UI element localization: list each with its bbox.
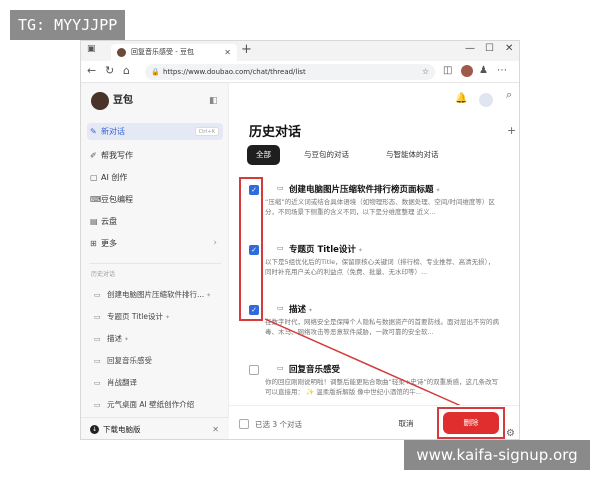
back-icon[interactable]: ← bbox=[87, 64, 96, 77]
main-panel: 🔔 历史对话 全部 与豆包的对话 与智能体的对话 ✓ ▭ 创建电脑图片压缩软件排行… bbox=[229, 83, 519, 439]
profile-icon[interactable]: ♟ bbox=[479, 65, 488, 76]
search-icon[interactable]: ⌕ bbox=[506, 88, 512, 102]
row-checkbox[interactable] bbox=[249, 365, 259, 375]
shortcut-badge: Ctrl+K bbox=[194, 127, 219, 136]
favorite-star-icon[interactable]: ☆ bbox=[422, 64, 429, 80]
chat-bubble-icon: ▭ bbox=[277, 304, 284, 312]
sidebar-item-more[interactable]: ⊞ 更多 › bbox=[87, 235, 223, 252]
tab-title: 回复音乐感受 - 豆包 bbox=[131, 48, 194, 56]
image-icon: ▢ bbox=[90, 173, 98, 182]
pin-icon: ✦ bbox=[206, 292, 212, 299]
chat-bubble-icon: ▭ bbox=[94, 291, 101, 299]
profile-avatar[interactable] bbox=[461, 65, 473, 77]
pin-icon: ✦ bbox=[164, 314, 170, 321]
sidebar-item-new-chat[interactable]: ✎ 新对话 Ctrl+K bbox=[87, 123, 223, 140]
url-text: https://www.doubao.com/chat/thread/list bbox=[163, 68, 306, 76]
maximize-icon[interactable]: ☐ bbox=[485, 43, 494, 54]
close-window-icon[interactable]: ✕ bbox=[505, 43, 513, 54]
user-avatar[interactable] bbox=[479, 93, 493, 107]
chat-bubble-icon: ▭ bbox=[94, 335, 101, 343]
pin-icon: ✦ bbox=[357, 247, 363, 254]
history-section-label: 历史对话 bbox=[91, 271, 116, 278]
sidebar-item-cloud[interactable]: ▤ 云盘 bbox=[87, 213, 223, 230]
delete-highlight-box bbox=[437, 407, 505, 439]
minimize-icon[interactable]: — bbox=[465, 43, 475, 54]
row-title[interactable]: ▭ 专题页 Title设计 ✦ bbox=[277, 243, 363, 255]
extensions-icon[interactable]: ◫ bbox=[443, 65, 452, 76]
sidebar-item-writing[interactable]: ✐ 帮我写作 bbox=[87, 147, 223, 164]
chat-bubble-icon: ▭ bbox=[94, 379, 101, 387]
overlay-tag-bottom-right: www.kaifa-signup.org bbox=[404, 440, 590, 470]
sidebar: 豆包 ◧ ✎ 新对话 Ctrl+K ✐ 帮我写作 ▢ AI 创作 ⌨ 豆包编程 … bbox=[81, 83, 229, 439]
collapse-sidebar-icon[interactable]: ◧ bbox=[209, 96, 218, 106]
history-item[interactable]: ▭ 专题页 Title设计 ✦ bbox=[87, 309, 223, 325]
selection-footer: 已选 3 个对话 取消 删除 bbox=[229, 405, 519, 439]
title-bar: ▣ 回复音乐感受 - 豆包 ✕ + — ☐ ✕ bbox=[81, 41, 519, 61]
filter-tab-all[interactable]: 全部 bbox=[247, 145, 280, 165]
download-desktop-bar[interactable]: ↓ 下载电脑版 ✕ bbox=[81, 417, 229, 439]
chat-bubble-icon: ▭ bbox=[277, 244, 284, 252]
history-item[interactable]: ▭ 肖战翻译 bbox=[87, 375, 223, 391]
new-tab-icon[interactable]: + bbox=[241, 42, 252, 57]
tab-close-icon[interactable]: ✕ bbox=[224, 44, 231, 61]
chat-bubble-icon: ▭ bbox=[94, 401, 101, 409]
selected-count: 已选 3 个对话 bbox=[255, 420, 303, 429]
add-icon[interactable]: + bbox=[507, 124, 516, 137]
pin-icon: ✦ bbox=[308, 307, 314, 314]
browser-window: ▣ 回复音乐感受 - 豆包 ✕ + — ☐ ✕ ← ↻ ⌂ 🔒 https://… bbox=[80, 40, 520, 440]
overlay-tag-top-left: TG: MYYJJPP bbox=[10, 10, 126, 40]
filter-tab-agents[interactable]: 与智能体的对话 bbox=[377, 145, 448, 165]
checkbox-highlight-box bbox=[239, 177, 263, 321]
tab-favicon-icon bbox=[117, 48, 126, 57]
row-title[interactable]: ▭ 描述 ✦ bbox=[277, 303, 313, 315]
grid-icon: ⊞ bbox=[90, 239, 97, 248]
brand-name: 豆包 bbox=[113, 95, 133, 106]
page-title: 历史对话 bbox=[249, 125, 302, 140]
brand-avatar bbox=[91, 92, 109, 110]
filter-tab-doubao[interactable]: 与豆包的对话 bbox=[295, 145, 358, 165]
url-field[interactable]: 🔒 https://www.doubao.com/chat/thread/lis… bbox=[145, 64, 435, 80]
cloud-drive-icon: ▤ bbox=[90, 217, 98, 226]
select-all-checkbox[interactable] bbox=[239, 419, 249, 429]
brand[interactable]: 豆包 bbox=[91, 91, 133, 111]
pin-icon: ✦ bbox=[124, 336, 130, 343]
menu-dots-icon[interactable]: ⋯ bbox=[497, 65, 507, 76]
chat-bubble-icon: ▭ bbox=[94, 357, 101, 365]
row-title[interactable]: ▭ 创建电脑图片压缩软件排行榜页面标题 ✦ bbox=[277, 183, 441, 195]
pen-icon: ✐ bbox=[90, 151, 97, 160]
history-item[interactable]: ▭ 元气桌面 AI 壁纸创作介绍 bbox=[87, 397, 223, 413]
sidebar-divider bbox=[89, 263, 221, 264]
download-icon: ↓ bbox=[90, 425, 99, 434]
cancel-button[interactable]: 取消 bbox=[381, 414, 431, 434]
reload-icon[interactable]: ↻ bbox=[105, 64, 114, 77]
home-icon[interactable]: ⌂ bbox=[123, 64, 130, 77]
sidebar-panel-icon[interactable]: ▣ bbox=[87, 44, 96, 54]
code-icon: ⌨ bbox=[90, 195, 102, 204]
sidebar-item-coding[interactable]: ⌨ 豆包编程 bbox=[87, 191, 223, 208]
edit-icon: ✎ bbox=[90, 127, 97, 136]
chat-bubble-icon: ▭ bbox=[277, 184, 284, 192]
row-description: “压缩”的近义词或结合具体语境（如物理形态、数据处理、空间/时间维度等）区分，不… bbox=[265, 198, 495, 216]
sidebar-item-ai-create[interactable]: ▢ AI 创作 bbox=[87, 169, 223, 186]
history-item[interactable]: ▭ 描述 ✦ bbox=[87, 331, 223, 347]
history-item[interactable]: ▭ 创建电脑图片压缩软件排行... ✦ bbox=[87, 287, 223, 303]
history-item[interactable]: ▭ 回复音乐感受 bbox=[87, 353, 223, 369]
gear-icon[interactable]: ⚙ bbox=[506, 428, 515, 439]
chevron-right-icon: › bbox=[213, 238, 217, 248]
chat-bubble-icon: ▭ bbox=[94, 313, 101, 321]
close-download-icon[interactable]: ✕ bbox=[212, 418, 219, 439]
pin-icon: ✦ bbox=[435, 187, 441, 194]
bell-icon[interactable]: 🔔 bbox=[455, 93, 467, 104]
browser-tab[interactable]: 回复音乐感受 - 豆包 ✕ bbox=[111, 44, 237, 61]
address-bar: ← ↻ ⌂ 🔒 https://www.doubao.com/chat/thre… bbox=[81, 61, 519, 83]
row-description: 以下是5组优化后的Title，保留原核心关键词（排行榜、专业推荐、高清无损），同… bbox=[265, 258, 495, 276]
lock-icon: 🔒 bbox=[151, 68, 160, 76]
